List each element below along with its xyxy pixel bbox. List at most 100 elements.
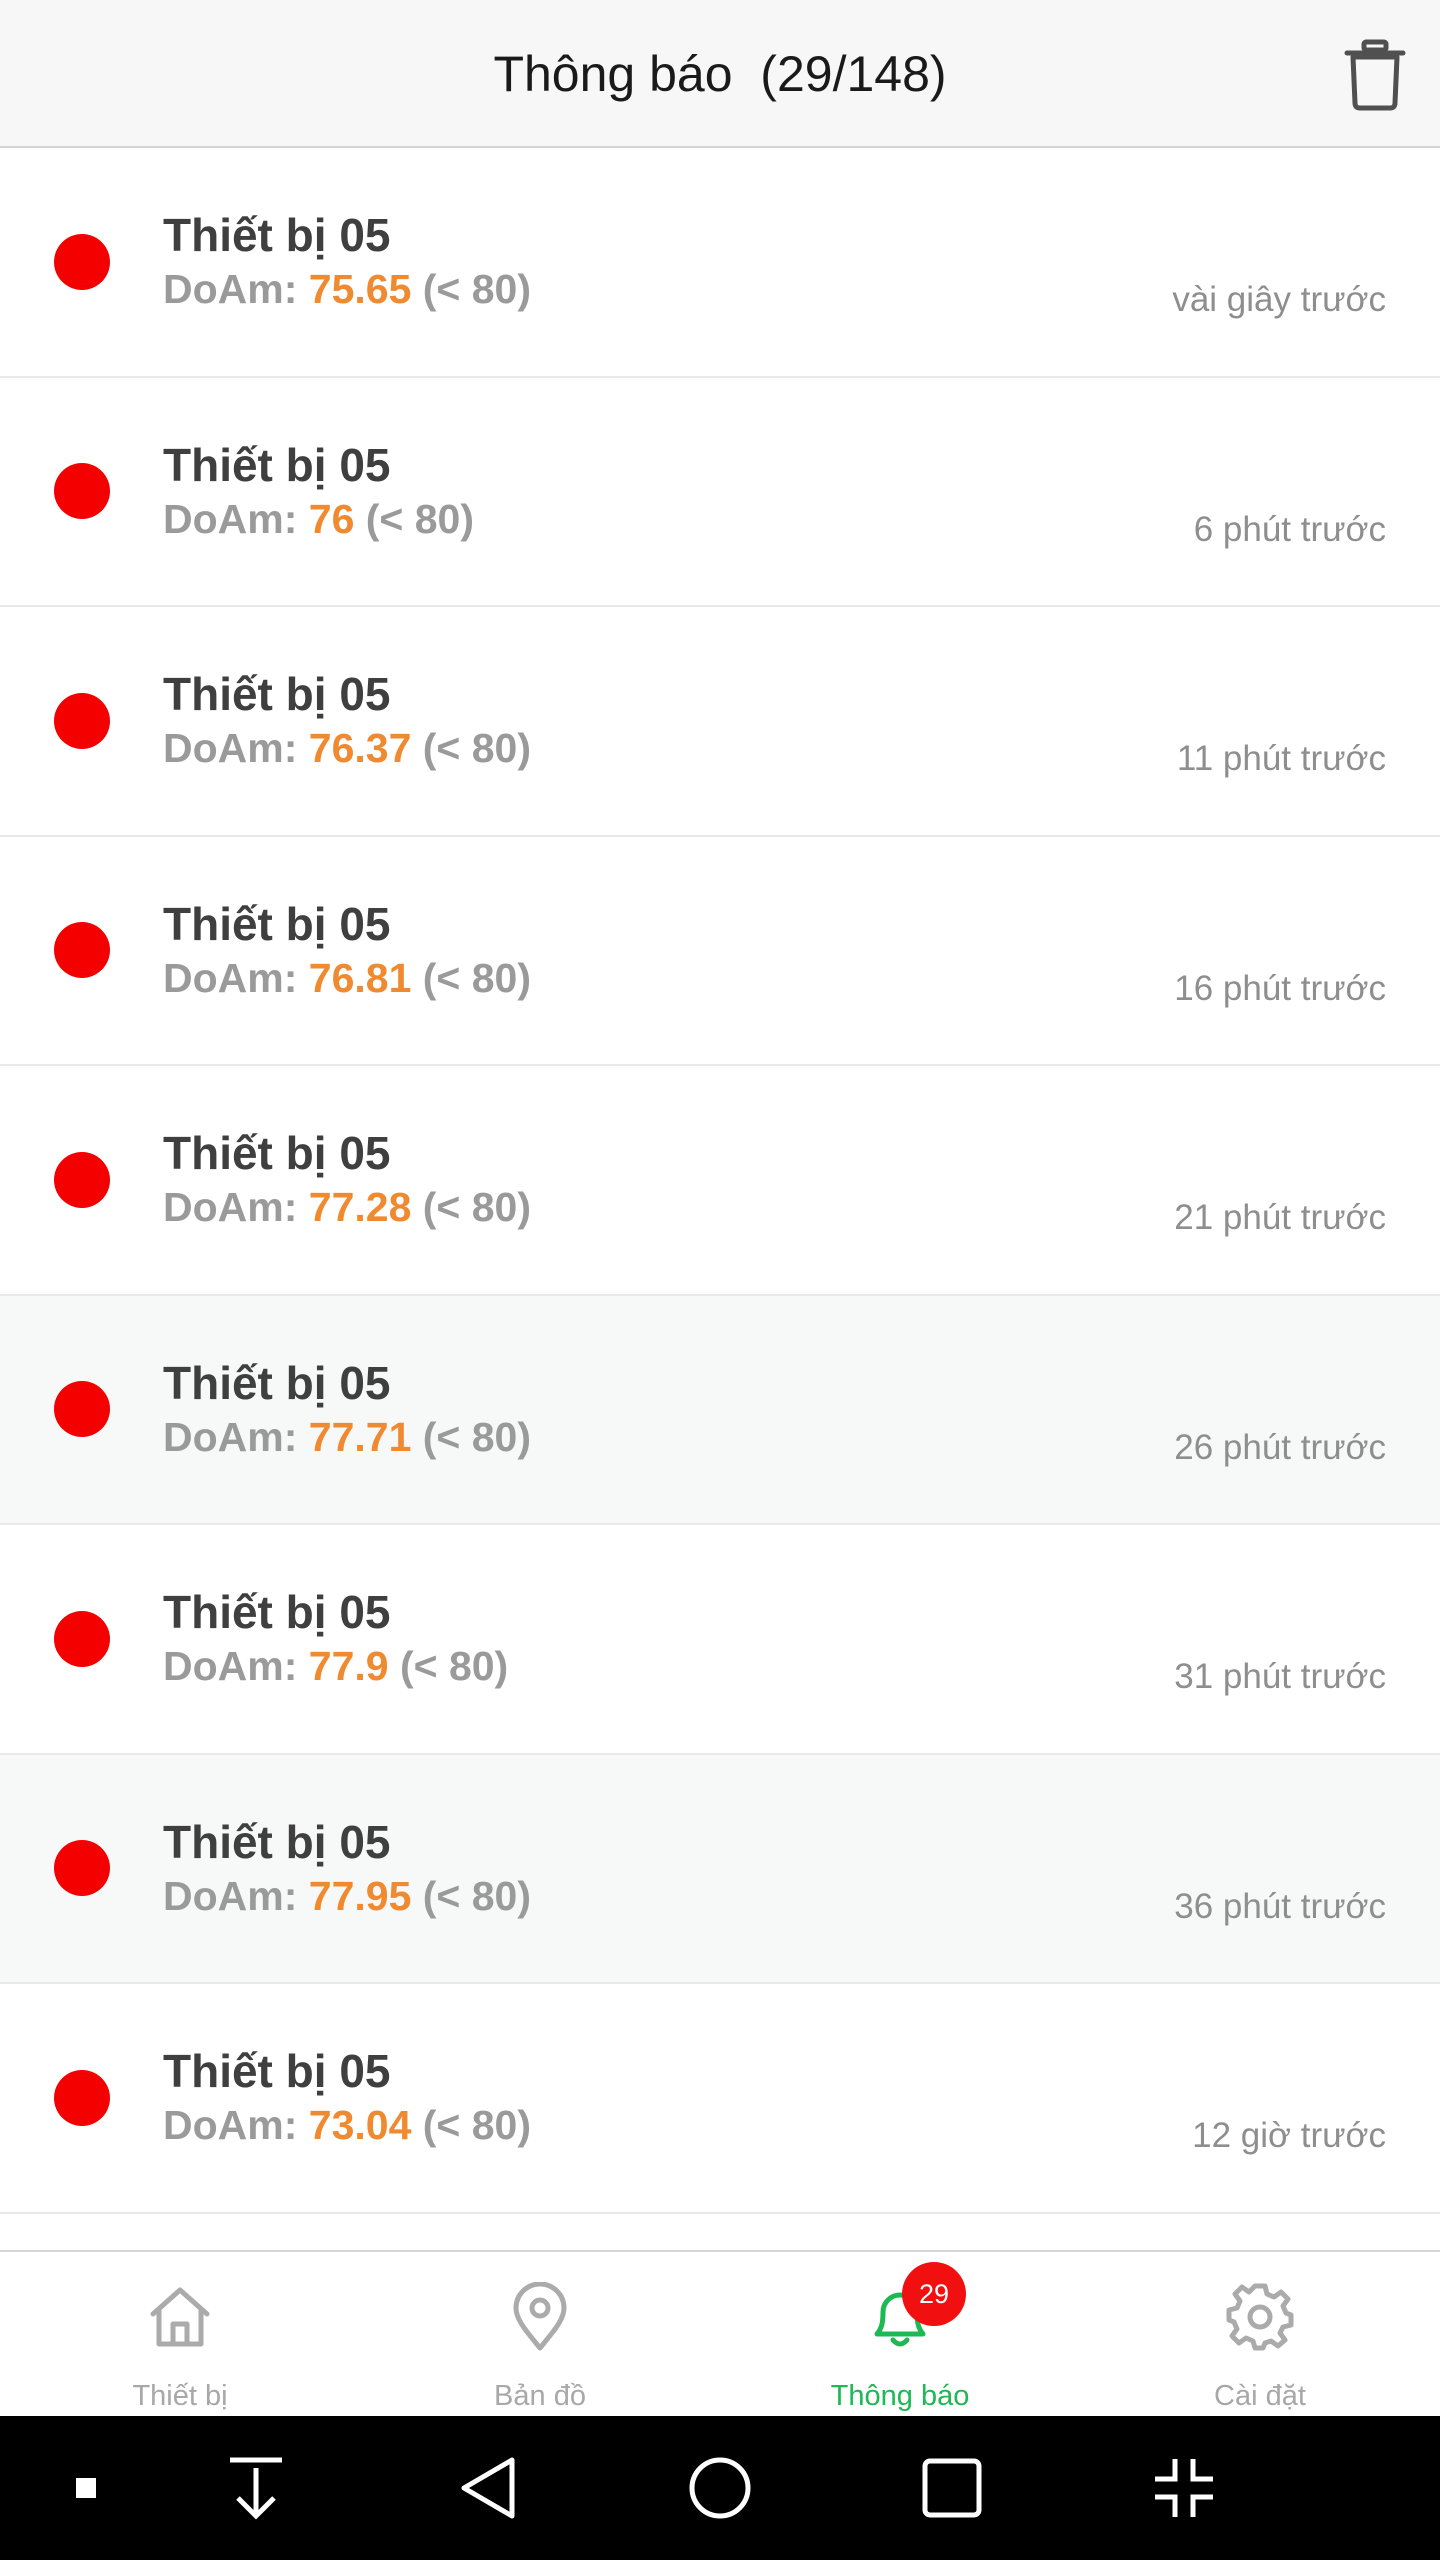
reading-value: 77.95 — [308, 1872, 412, 1919]
alert-dot-icon — [54, 233, 110, 290]
reading-limit: (< 80) — [388, 1643, 509, 1689]
reading-value: 76 — [308, 495, 355, 542]
reading-label: DoAm: — [163, 1872, 309, 1919]
alert-dot-icon — [54, 692, 110, 749]
timestamp: 11 phút trước — [1176, 739, 1386, 778]
reading-label: DoAm: — [163, 266, 309, 312]
alert-dot-icon — [54, 2069, 110, 2126]
alert-dot-icon — [54, 1610, 110, 1667]
reading-limit: (< 80) — [411, 725, 532, 771]
gear-icon — [1226, 2283, 1294, 2351]
download-button[interactable] — [216, 2448, 296, 2528]
timestamp: 16 phút trước — [1174, 968, 1386, 1008]
delete-all-button[interactable] — [1330, 30, 1420, 120]
sensor-reading: DoAm: 76 (< 80) — [163, 496, 474, 543]
reading-value: 77.28 — [308, 1184, 412, 1230]
reading-label: DoAm: — [163, 1184, 309, 1230]
recents-icon — [922, 2458, 982, 2518]
reading-limit: (< 80) — [411, 266, 532, 312]
reading-label: DoAm: — [163, 495, 309, 542]
sensor-reading: DoAm: 76.81 (< 80) — [163, 955, 531, 1002]
notification-count-badge: 29 — [902, 2262, 966, 2326]
sensor-reading: DoAm: 73.04 (< 80) — [163, 2102, 531, 2149]
notification-item[interactable]: Thiết bị 05 DoAm: 76.81 (< 80) 16 phút t… — [0, 836, 1440, 1066]
tab-label: Bản đồ — [494, 2380, 586, 2412]
notification-item[interactable]: Thiết bị 05 DoAm: 77.71 (< 80) 26 phút t… — [0, 1295, 1440, 1525]
download-icon — [230, 2457, 282, 2520]
map-pin-icon — [513, 2282, 567, 2351]
alert-dot-icon — [54, 1840, 110, 1897]
notification-item[interactable]: Thiết bị 05 DoAm: 75.65 (< 80) vài giây … — [0, 148, 1440, 378]
reading-limit: (< 80) — [354, 495, 475, 542]
notification-item[interactable]: Thiết bị 05 DoAm: 77.95 (< 80) 36 phút t… — [0, 1754, 1440, 1984]
sensor-reading: DoAm: 77.95 (< 80) — [163, 1873, 531, 1920]
device-name: Thiết bị 05 — [163, 1356, 391, 1409]
device-name: Thiết bị 05 — [163, 438, 391, 491]
sensor-reading: DoAm: 77.9 (< 80) — [163, 1643, 508, 1690]
home-button[interactable] — [680, 2448, 760, 2528]
reading-label: DoAm: — [163, 954, 309, 1001]
reading-value: 76.81 — [308, 954, 412, 1001]
reading-value: 77.9 — [308, 1643, 389, 1689]
reading-label: DoAm: — [163, 1643, 309, 1689]
reading-label: DoAm: — [163, 2102, 309, 2148]
reading-limit: (< 80) — [411, 1872, 532, 1919]
tab-notifications[interactable]: Thông báo — [720, 2252, 1080, 2416]
timestamp: 21 phút trước — [1174, 1198, 1386, 1237]
notification-item[interactable]: Thiết bị 05 DoAm: 77.9 (< 80) 31 phút tr… — [0, 1525, 1440, 1755]
sensor-reading: DoAm: 75.65 (< 80) — [163, 266, 531, 313]
tab-map[interactable]: Bản đồ — [360, 2252, 720, 2416]
back-icon — [461, 2457, 515, 2519]
timestamp: 26 phút trước — [1174, 1427, 1386, 1467]
tab-settings[interactable]: Cài đặt — [1080, 2252, 1440, 2416]
notification-item[interactable]: Thiết bị 05 DoAm: 76.37 (< 80) 11 phút t… — [0, 607, 1440, 837]
notification-item[interactable]: Thiết bị 05 DoAm: 73.04 (< 80) 12 giờ tr… — [0, 1984, 1440, 2214]
tab-label: Thiết bị — [132, 2380, 228, 2412]
timestamp: 12 giờ trước — [1192, 2116, 1386, 2155]
device-name: Thiết bị 05 — [163, 2045, 391, 2097]
device-name: Thiết bị 05 — [163, 1815, 391, 1868]
app-header: Thông báo (29/148) — [0, 0, 1440, 148]
device-name: Thiết bị 05 — [163, 209, 391, 261]
bottom-tab-bar: Thiết bị Bản đồ Thông báo Cài đặt — [0, 2250, 1440, 2416]
collapse-button[interactable] — [1144, 2448, 1224, 2528]
timestamp: 6 phút trước — [1193, 509, 1386, 549]
sensor-reading: DoAm: 77.71 (< 80) — [163, 1414, 531, 1461]
tab-devices[interactable]: Thiết bị — [0, 2252, 360, 2416]
system-navigation-bar — [0, 2416, 1440, 2560]
small-square-icon — [76, 2478, 96, 2498]
sensor-reading: DoAm: 76.37 (< 80) — [163, 725, 531, 772]
reading-label: DoAm: — [163, 1413, 309, 1460]
reading-value: 77.71 — [308, 1413, 412, 1460]
reading-value: 73.04 — [308, 2102, 412, 2148]
collapse-icon — [1155, 2459, 1213, 2517]
sensor-reading: DoAm: 77.28 (< 80) — [163, 1184, 531, 1231]
notification-item[interactable]: Thiết bị 05 DoAm: 76 (< 80) 6 phút trước — [0, 377, 1440, 607]
home-circle-icon — [689, 2457, 751, 2519]
alert-dot-icon — [54, 1381, 110, 1438]
tab-label: Thông báo — [830, 2380, 970, 2412]
device-name: Thiết bị 05 — [163, 668, 391, 720]
small-square-button[interactable] — [46, 2448, 126, 2528]
reading-limit: (< 80) — [411, 2102, 532, 2148]
back-button[interactable] — [448, 2448, 528, 2528]
reading-label: DoAm: — [163, 725, 309, 771]
page-title: Thông báo (29/148) — [493, 46, 947, 102]
reading-value: 76.37 — [308, 725, 412, 771]
tab-label: Cài đặt — [1214, 2380, 1306, 2412]
trash-icon — [1344, 39, 1406, 111]
alert-dot-icon — [54, 922, 110, 979]
device-name: Thiết bị 05 — [163, 1586, 391, 1638]
reading-limit: (< 80) — [411, 1184, 532, 1230]
reading-limit: (< 80) — [411, 1413, 532, 1460]
notification-item[interactable]: Thiết bị 05 DoAm: 77.28 (< 80) 21 phút t… — [0, 1066, 1440, 1296]
recents-button[interactable] — [912, 2448, 992, 2528]
reading-value: 75.65 — [308, 266, 412, 312]
timestamp: 31 phút trước — [1174, 1657, 1386, 1696]
home-icon — [150, 2287, 210, 2347]
notification-list[interactable]: Thiết bị 05 DoAm: 75.65 (< 80) vài giây … — [0, 148, 1440, 2250]
device-name: Thiết bị 05 — [163, 897, 391, 950]
device-name: Thiết bị 05 — [163, 1127, 391, 1179]
timestamp: vài giây trước — [1172, 280, 1386, 319]
alert-dot-icon — [54, 1151, 110, 1208]
